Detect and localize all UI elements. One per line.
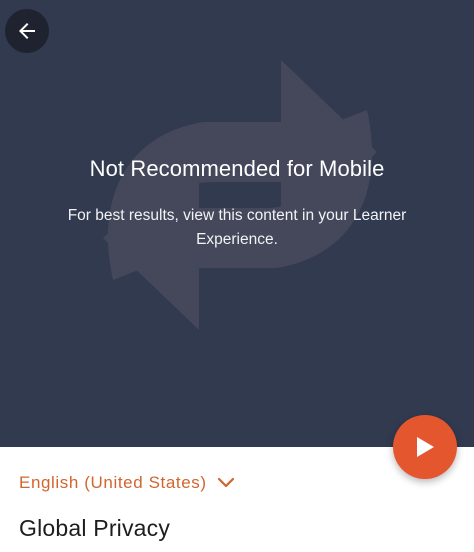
play-icon — [417, 437, 434, 457]
arrow-left-icon — [19, 23, 35, 39]
warning-message: For best results, view this content in y… — [67, 207, 407, 248]
chevron-down-icon — [217, 477, 234, 488]
language-selector[interactable]: English (United States) — [19, 473, 235, 493]
play-button[interactable] — [393, 415, 457, 479]
course-title: Global Privacy — [19, 515, 171, 541]
content-preview-area: Not Recommended for Mobile For best resu… — [0, 0, 474, 447]
back-button[interactable] — [5, 9, 49, 53]
language-label: English (United States) — [19, 473, 207, 492]
mobile-warning: Not Recommended for Mobile For best resu… — [0, 152, 474, 252]
screen: Not Recommended for Mobile For best resu… — [0, 0, 474, 552]
warning-title: Not Recommended for Mobile — [89, 156, 385, 181]
